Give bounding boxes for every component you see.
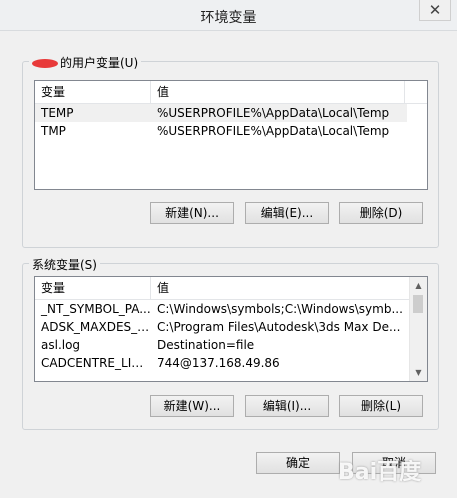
- window-title: 环境变量: [200, 10, 257, 26]
- user-variables-label: 的用户变量(U): [29, 54, 142, 71]
- system-new-button[interactable]: 新建(W)...: [150, 395, 234, 417]
- variable-value: Destination=file: [157, 338, 255, 352]
- ok-button[interactable]: 确定: [256, 452, 340, 474]
- table-row[interactable]: asl.log Destination=file: [35, 336, 410, 354]
- variable-value: 744@137.168.49.86: [157, 356, 280, 370]
- system-variables-list[interactable]: 变量 值 _NT_SYMBOL_PA... C:\Windows\symbols…: [34, 276, 428, 382]
- variable-name: TEMP: [41, 106, 74, 120]
- column-header-variable[interactable]: 变量: [35, 81, 151, 103]
- variable-name: CADCENTRE_LIC...: [41, 356, 151, 370]
- user-variables-list[interactable]: 变量 值 TEMP %USERPROFILE%\AppData\Local\Te…: [34, 80, 428, 190]
- variable-value: %USERPROFILE%\AppData\Local\Temp: [157, 106, 390, 120]
- user-list-header: 变量 值: [35, 81, 427, 104]
- table-row[interactable]: CADCENTRE_LIC... 744@137.168.49.86: [35, 354, 410, 372]
- column-header-value[interactable]: 值: [151, 277, 410, 299]
- variable-value: C:\Program Files\Autodesk\3ds Max De...: [157, 320, 401, 334]
- variable-name: asl.log: [41, 338, 81, 352]
- scroll-down-arrow-icon[interactable]: ▼: [410, 364, 427, 381]
- cancel-button[interactable]: 取消: [352, 452, 436, 474]
- system-variables-label: 系统变量(S): [29, 256, 100, 273]
- table-row[interactable]: ADSK_MAXDES_x... C:\Program Files\Autode…: [35, 318, 410, 336]
- column-header-value[interactable]: 值: [151, 81, 405, 103]
- system-variables-group: 系统变量(S) 变量 值 _NT_SYMBOL_PA... C:\Windows…: [22, 256, 439, 430]
- system-list-header: 变量 值: [35, 277, 410, 300]
- variable-name: TMP: [41, 124, 66, 138]
- table-row[interactable]: TEMP %USERPROFILE%\AppData\Local\Temp: [35, 104, 407, 122]
- user-edit-button[interactable]: 编辑(E)...: [245, 202, 329, 224]
- system-edit-button[interactable]: 编辑(I)...: [245, 395, 329, 417]
- scroll-up-arrow-icon[interactable]: ▲: [410, 277, 427, 294]
- dialog-client: 的用户变量(U) 变量 值 TEMP %USERPROFILE%\AppData…: [0, 31, 457, 498]
- column-header-variable[interactable]: 变量: [35, 277, 151, 299]
- user-new-button[interactable]: 新建(N)...: [150, 202, 234, 224]
- close-icon: ✕: [428, 1, 442, 19]
- table-row[interactable]: TMP %USERPROFILE%\AppData\Local\Temp: [35, 122, 407, 140]
- variable-name: _NT_SYMBOL_PA...: [41, 302, 151, 316]
- title-bar: 环境变量 ✕: [0, 0, 457, 31]
- variable-name: ADSK_MAXDES_x...: [41, 320, 151, 334]
- scroll-thumb[interactable]: [413, 295, 423, 313]
- user-delete-button[interactable]: 删除(D): [339, 202, 423, 224]
- redacted-username: [32, 59, 58, 68]
- variable-value: C:\Windows\symbols;C:\Windows\symb...: [157, 302, 403, 316]
- vertical-scrollbar[interactable]: ▲ ▼: [409, 277, 427, 381]
- variable-value: %USERPROFILE%\AppData\Local\Temp: [157, 124, 390, 138]
- system-delete-button[interactable]: 删除(L): [339, 395, 423, 417]
- user-variables-group: 的用户变量(U) 变量 值 TEMP %USERPROFILE%\AppData…: [22, 54, 439, 248]
- close-button[interactable]: ✕: [419, 0, 451, 21]
- table-row[interactable]: _NT_SYMBOL_PA... C:\Windows\symbols;C:\W…: [35, 300, 410, 318]
